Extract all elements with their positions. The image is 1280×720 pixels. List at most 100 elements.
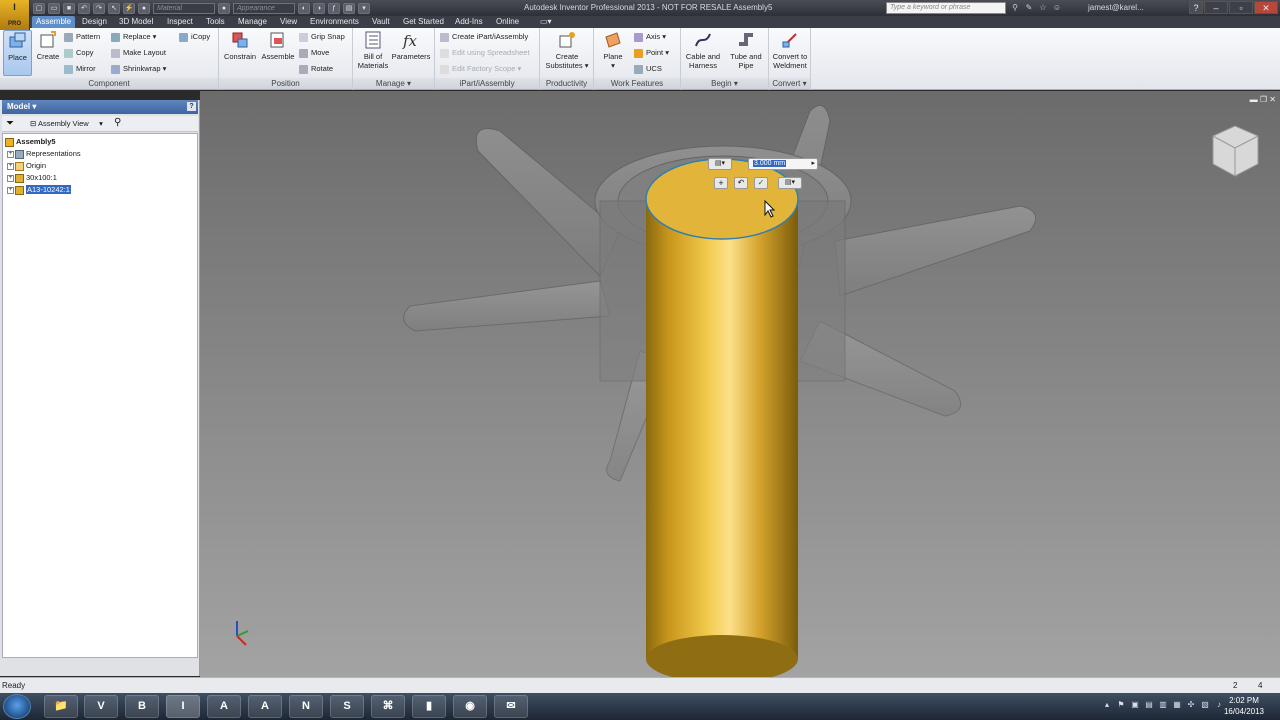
point-button[interactable]: Point ▾ xyxy=(634,47,669,59)
group-label-manage[interactable]: Manage ▾ xyxy=(353,78,434,89)
tree-item-a13-10242[interactable]: + A13-10242:1 xyxy=(7,184,71,196)
icopy-button[interactable]: iCopy xyxy=(179,31,210,43)
minimize-button[interactable]: – xyxy=(1204,1,1228,14)
tab-design[interactable]: Design xyxy=(78,16,111,28)
viewport-restore-icon[interactable]: ❐ xyxy=(1260,95,1267,104)
tray-network-icon[interactable]: ▦ xyxy=(1172,699,1182,711)
user-name[interactable]: jamest@karel... xyxy=(1088,3,1144,12)
convert-weldment-button[interactable]: Convert to Weldment xyxy=(770,30,810,70)
copy-button[interactable]: Copy xyxy=(64,47,94,59)
undo-icon[interactable]: ↶ xyxy=(78,2,90,14)
taskbar-app-b[interactable]: B xyxy=(125,695,159,718)
fx-icon[interactable]: ƒ xyxy=(328,2,340,14)
binoculars-icon[interactable]: ⚲ xyxy=(1010,2,1020,13)
tray-arrow-icon[interactable]: ▴ xyxy=(1102,699,1112,711)
taskbar-app-v[interactable]: V xyxy=(84,695,118,718)
tab-3d-model[interactable]: 3D Model xyxy=(115,16,157,28)
tree-item-30x100[interactable]: +30x100:1 xyxy=(7,172,57,184)
tray-app-icon[interactable]: ✣ xyxy=(1186,699,1196,711)
gold-cylinder[interactable] xyxy=(645,158,799,677)
tray-app-icon[interactable]: ▥ xyxy=(1158,699,1168,711)
make-layout-button[interactable]: Make Layout xyxy=(111,47,166,59)
expand-icon[interactable]: + xyxy=(7,162,14,170)
tree-item-representations[interactable]: + Representations xyxy=(7,148,81,160)
plane-button[interactable]: Plane ▾ xyxy=(598,30,628,70)
tree-item-assembly[interactable]: Assembly5 xyxy=(5,136,56,148)
ribbon-options-icon[interactable]: ▭▾ xyxy=(536,16,556,28)
start-button[interactable] xyxy=(3,694,31,719)
taskbar-app-outlook[interactable]: ✉ xyxy=(494,695,528,718)
restore-button[interactable]: ▫ xyxy=(1229,1,1253,14)
help-icon[interactable]: ? xyxy=(1189,1,1203,14)
viewport-close-icon[interactable]: ✕ xyxy=(1269,95,1276,104)
create-ipart-button[interactable]: Create iPart/iAssembly xyxy=(440,31,528,43)
update-icon[interactable]: ⚡ xyxy=(123,2,135,14)
pattern-button[interactable]: Pattern xyxy=(64,31,100,43)
tab-add-ins[interactable]: Add-Ins xyxy=(451,16,487,28)
clear-icon[interactable]: ◑ xyxy=(313,2,325,14)
taskbar-app-inventor[interactable]: I xyxy=(166,695,200,718)
open-icon[interactable]: ▭ xyxy=(48,2,60,14)
replace-button[interactable]: Replace ▾ xyxy=(111,31,156,43)
grip-snap-button[interactable]: Grip Snap xyxy=(299,31,345,43)
place-button[interactable]: Place xyxy=(3,30,32,76)
appearance-combo[interactable]: Appearance xyxy=(233,2,295,14)
tab-inspect[interactable]: Inspect xyxy=(163,16,197,28)
tray-flag-icon[interactable]: ⚑ xyxy=(1116,699,1126,711)
group-label-position[interactable]: Position xyxy=(219,78,352,89)
graphics-viewport[interactable]: ▤▾ 3.000 mm ▸ + ↶ ✓ ▤▾ ▬ ❐ ✕ xyxy=(200,91,1280,677)
tab-assemble[interactable]: Assemble xyxy=(32,16,76,28)
view-cube[interactable] xyxy=(1212,125,1259,177)
tray-app-icon[interactable]: ▧ xyxy=(1200,699,1210,711)
clock[interactable]: 2:02 PM 16/04/2013 xyxy=(1220,695,1268,717)
tab-environments[interactable]: Environments xyxy=(306,16,363,28)
taskbar-app-cmd[interactable]: ⌘ xyxy=(371,695,405,718)
bill-of-materials-button[interactable]: Bill of Materials xyxy=(356,30,390,70)
taskbar-app-a1[interactable]: A xyxy=(207,695,241,718)
group-label-component[interactable]: Component xyxy=(0,78,218,89)
app-logo[interactable]: I PRO xyxy=(0,0,30,30)
mini-options-button[interactable]: ▤▾ xyxy=(778,177,802,189)
axis-button[interactable]: Axis ▾ xyxy=(634,31,666,43)
taskbar-app-s[interactable]: S xyxy=(330,695,364,718)
tree-item-origin[interactable]: + Origin xyxy=(7,160,46,172)
select-icon[interactable]: ↖ xyxy=(108,2,120,14)
assemble-button[interactable]: Assemble xyxy=(260,30,296,61)
wrench-icon[interactable]: ✎ xyxy=(1024,2,1034,13)
create-substitutes-button[interactable]: Create Substitutes ▾ xyxy=(543,30,591,70)
customize-icon[interactable]: ▾ xyxy=(358,2,370,14)
cable-harness-button[interactable]: Cable and Harness xyxy=(683,30,723,70)
parameters-button[interactable]: fx Parameters xyxy=(391,30,431,61)
taskbar-app-chrome[interactable]: ◉ xyxy=(453,695,487,718)
search-input[interactable]: Type a keyword or phrase xyxy=(886,2,1006,14)
tab-vault[interactable]: Vault xyxy=(368,16,394,28)
group-label-begin[interactable]: Begin ▾ xyxy=(681,78,768,89)
adjust-icon[interactable]: ◐ xyxy=(298,2,310,14)
taskbar-app-explorer[interactable]: 📁 xyxy=(44,695,78,718)
constrain-button[interactable]: Constrain xyxy=(222,30,258,61)
edit-factory-scope-button[interactable]: Edit Factory Scope ▾ xyxy=(440,63,521,75)
redo-icon[interactable]: ↷ xyxy=(93,2,105,14)
tab-manage[interactable]: Manage xyxy=(234,16,271,28)
browser-header[interactable]: Model ▾ ? xyxy=(2,100,198,114)
dimension-input[interactable]: 3.000 mm ▸ xyxy=(748,158,818,170)
material-combo[interactable]: Material xyxy=(153,2,215,14)
edit-spreadsheet-button[interactable]: Edit using Spreadsheet xyxy=(440,47,530,59)
expand-icon[interactable]: + xyxy=(7,186,14,194)
new-icon[interactable]: ▢ xyxy=(33,2,45,14)
shrinkwrap-button[interactable]: Shrinkwrap ▾ xyxy=(111,63,166,75)
tab-online[interactable]: Online xyxy=(492,16,523,28)
tray-app-icon[interactable]: ▤ xyxy=(1144,699,1154,711)
user-icon[interactable]: ☺ xyxy=(1052,2,1062,13)
close-button[interactable]: ✕ xyxy=(1254,1,1278,14)
group-label-ipart[interactable]: iPart/iAssembly xyxy=(435,78,539,89)
tab-view[interactable]: View xyxy=(276,16,301,28)
knob-arm[interactable] xyxy=(834,205,1037,297)
mirror-button[interactable]: Mirror xyxy=(64,63,96,75)
add-button[interactable]: + xyxy=(714,177,728,189)
ok-button[interactable]: ✓ xyxy=(754,177,768,189)
create-component-button[interactable]: Create xyxy=(35,30,61,61)
browser-close-icon[interactable]: ? xyxy=(187,102,196,111)
taskbar-app-n[interactable]: N xyxy=(289,695,323,718)
tube-pipe-button[interactable]: Tube and Pipe xyxy=(726,30,766,70)
